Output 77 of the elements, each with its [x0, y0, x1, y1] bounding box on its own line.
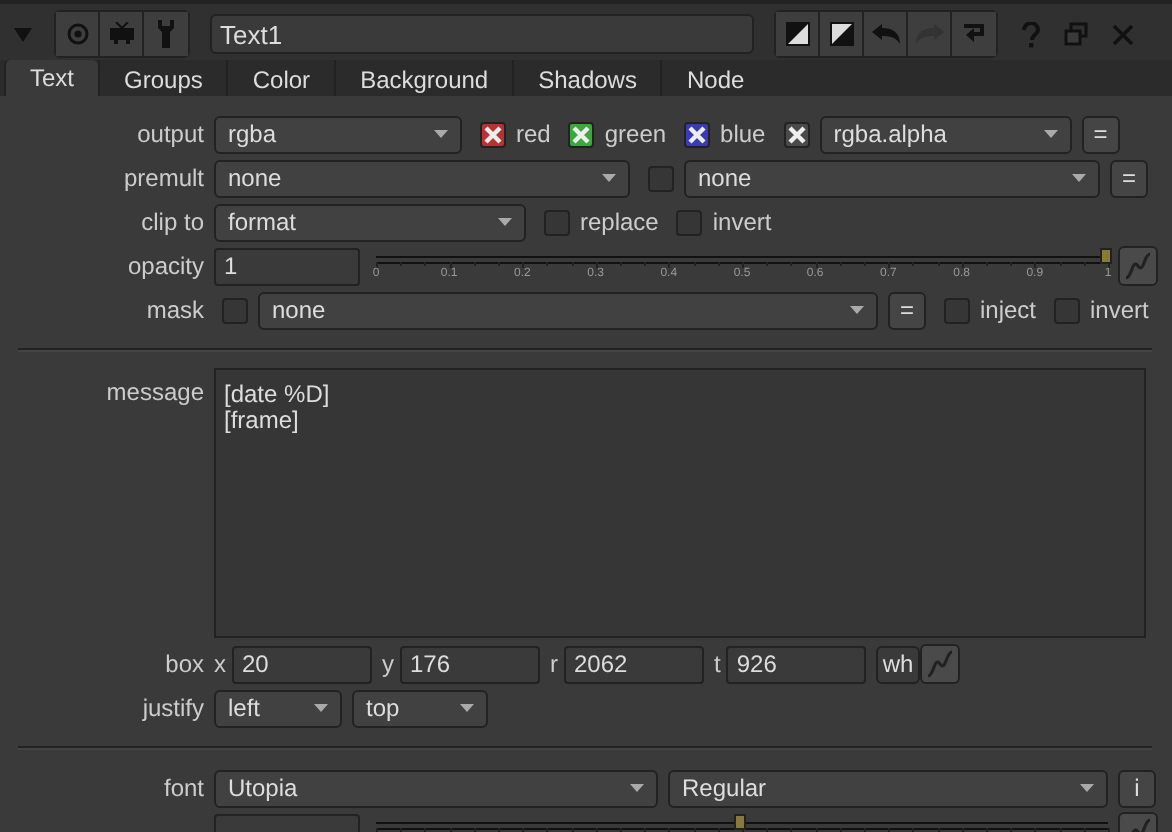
node-name-field[interactable]: Text1 — [210, 14, 754, 54]
checkbox[interactable] — [944, 297, 970, 323]
dropdown[interactable]: Regular — [668, 769, 1108, 807]
checkbox-label: green — [604, 120, 667, 148]
collapse-triangle-icon[interactable] — [14, 27, 32, 41]
field-label: font — [161, 774, 204, 802]
caret-icon — [630, 784, 644, 792]
wrench-icon[interactable] — [144, 12, 188, 56]
number-field[interactable]: 176 — [400, 645, 540, 683]
caret-icon — [850, 306, 864, 314]
info-button[interactable]: i — [1118, 769, 1156, 807]
checkbox[interactable] — [648, 165, 674, 191]
caret-icon — [460, 704, 474, 712]
axis-label: t — [714, 650, 721, 678]
animation-curve-button[interactable] — [919, 644, 960, 684]
dropdown[interactable]: top — [352, 689, 488, 727]
checkbox-label: replace — [580, 208, 659, 236]
dropdown[interactable]: rgba.alpha — [819, 115, 1072, 153]
dropdown[interactable]: Utopia — [214, 769, 658, 807]
field-label: clip to — [139, 208, 204, 236]
dropdown[interactable]: none — [684, 159, 1100, 197]
field-label: opacity — [125, 252, 204, 280]
channel-checkbox[interactable] — [568, 121, 595, 147]
axis-label: r — [550, 650, 558, 678]
slider-thumb[interactable] — [1100, 247, 1112, 263]
checkbox-label: red — [516, 120, 551, 148]
number-field[interactable]: 2062 — [564, 645, 704, 683]
help-icon[interactable] — [1022, 21, 1040, 47]
number-field[interactable]: 926 — [726, 645, 867, 683]
field-label: mask — [144, 296, 204, 324]
number-field[interactable]: 20 — [232, 645, 372, 683]
caret-icon — [498, 218, 512, 226]
number-field[interactable]: 1 — [214, 247, 360, 285]
color-swatch-icon[interactable] — [776, 12, 820, 56]
link-button[interactable]: = — [1081, 115, 1120, 153]
dropdown[interactable]: none — [214, 159, 630, 197]
dropdown[interactable]: left — [214, 689, 342, 727]
close-icon[interactable] — [1112, 23, 1134, 45]
link-button[interactable]: = — [888, 291, 926, 329]
channel-checkbox[interactable] — [684, 121, 711, 147]
caret-icon — [314, 704, 328, 712]
checkbox[interactable] — [676, 209, 703, 235]
redo-icon[interactable] — [908, 12, 952, 56]
caret-icon — [1072, 174, 1086, 182]
checkbox-label: invert — [712, 208, 772, 236]
animation-curve-button[interactable] — [1118, 246, 1158, 286]
axis-label: x — [214, 650, 226, 678]
tab[interactable]: Text — [4, 60, 99, 96]
checkbox[interactable] — [222, 297, 248, 323]
dropdown[interactable]: none — [258, 291, 878, 329]
checkbox-label: blue — [720, 120, 766, 148]
field-label: box — [163, 650, 204, 678]
checkbox-label: invert — [1090, 296, 1149, 324]
caret-icon — [1080, 784, 1094, 792]
axis-label: y — [382, 650, 394, 678]
dropdown[interactable]: rgba — [214, 115, 462, 153]
caret-icon — [602, 174, 616, 182]
checkbox[interactable] — [544, 209, 570, 235]
monitor-icon[interactable] — [100, 12, 144, 56]
field-label: message — [104, 376, 204, 406]
revert-icon[interactable] — [952, 12, 996, 56]
dropdown[interactable]: format — [214, 203, 526, 241]
channel-checkbox[interactable] — [480, 121, 506, 147]
checkbox[interactable] — [1054, 297, 1081, 323]
caret-icon — [434, 130, 448, 138]
checkbox-label: inject — [980, 296, 1037, 324]
caret-icon — [1043, 130, 1058, 138]
channel-checkbox[interactable] — [783, 121, 810, 147]
slider-thumb[interactable] — [734, 813, 746, 829]
field-label: premult — [121, 164, 204, 192]
color-swatch-icon[interactable] — [820, 12, 864, 56]
restore-window-icon[interactable] — [1064, 22, 1088, 46]
field-label: output — [135, 120, 204, 148]
message-text-area[interactable]: [date %D] [frame] — [214, 368, 1146, 638]
link-button[interactable]: = — [1110, 159, 1148, 197]
wh-button[interactable]: wh — [876, 645, 920, 683]
field-label: justify — [140, 694, 204, 722]
